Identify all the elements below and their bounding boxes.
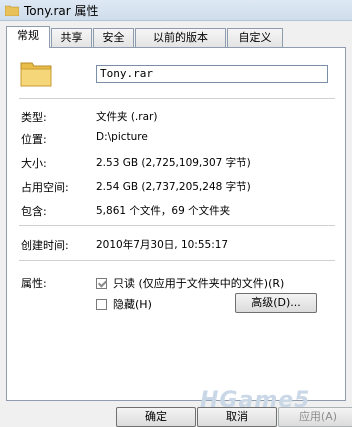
cancel-button[interactable]: 取消 [197,407,277,427]
location-value: D:\picture [96,131,148,143]
size-on-disk-value: 2.54 GB (2,737,205,248 字节) [96,181,251,193]
created-label: 创建时间: [21,239,69,252]
created-value: 2010年7月30日, 10:55:17 [96,239,229,251]
size-label: 大小: [21,157,47,170]
folder-icon [20,62,52,87]
title-bar: Tony.rar 属性 [0,0,352,21]
location-label: 位置: [21,133,47,146]
contains-value: 5,861 个文件，69 个文件夹 [96,205,231,217]
tab-previous-versions[interactable]: 以前的版本 [135,28,226,47]
readonly-checkbox[interactable] [96,278,107,289]
general-panel: Tony.rar 类型: 文件夹 (.rar) 位置: D:\picture 大… [6,47,346,401]
readonly-label[interactable]: 只读 (仅应用于文件夹中的文件)(R) [113,275,284,291]
name-field[interactable]: Tony.rar [96,65,328,83]
apply-button[interactable]: 应用(A) [278,407,352,427]
window-title: Tony.rar 属性 [24,4,99,18]
attributes-label: 属性: [21,277,47,290]
folder-icon [5,5,19,16]
tab-security[interactable]: 安全 [93,28,134,47]
tab-sharing[interactable]: 共享 [51,28,92,47]
tab-bar: 常规 共享 安全 以前的版本 自定义 [0,26,352,48]
size-on-disk-label: 占用空间: [21,181,69,194]
tab-customize[interactable]: 自定义 [227,28,283,47]
type-label: 类型: [21,111,47,124]
contains-label: 包含: [21,205,47,218]
hidden-checkbox[interactable] [96,299,107,310]
divider [19,225,335,226]
hidden-label[interactable]: 隐藏(H) [113,296,152,312]
type-value: 文件夹 (.rar) [96,111,158,123]
divider [19,260,335,261]
tab-general[interactable]: 常规 [6,26,50,48]
divider [19,98,335,99]
size-value: 2.53 GB (2,725,109,307 字节) [96,157,251,169]
advanced-button[interactable]: 高级(D)... [235,293,317,313]
ok-button[interactable]: 确定 [116,407,196,427]
